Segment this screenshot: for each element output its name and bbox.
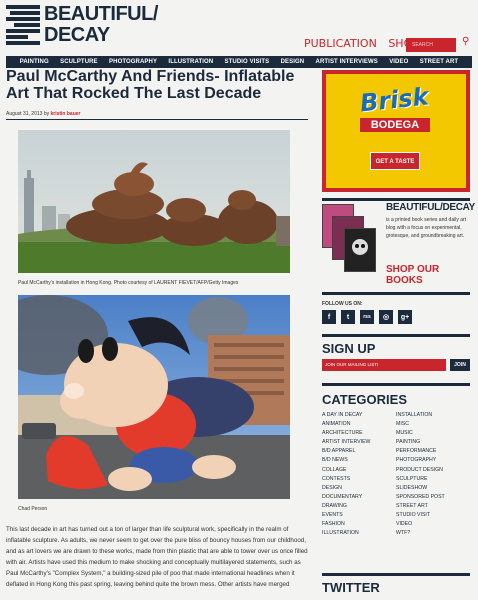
nav-item-illustration[interactable]: ILLUSTRATION [168,59,213,65]
byline-by: by [43,111,50,117]
shop-books-link[interactable]: SHOP OUR BOOKS [386,264,478,286]
book-covers-image[interactable] [322,204,382,274]
newsletter-email-input[interactable]: JOIN OUR MAILING LIST! [322,359,446,371]
main-nav: PAINTING SCULPTURE PHOTOGRAPHY ILLUSTRAT… [6,56,472,68]
category-link[interactable]: Fashion [322,520,370,529]
follow-label: FOLLOW US ON: [322,301,363,307]
category-link[interactable]: Drawing [322,502,370,511]
sidebar-divider [322,383,470,386]
category-link[interactable]: Street Art [396,502,445,511]
nav-item-artist-interviews[interactable]: ARTIST INTERVIEWS [316,59,378,65]
category-link[interactable]: Misc [396,420,445,429]
newsletter-join-button[interactable]: JOIN [450,359,470,371]
article-title[interactable]: Paul McCarthy And Friends- Inflatable Ar… [6,68,306,102]
nav-item-video[interactable]: VIDEO [389,59,408,65]
category-link[interactable]: Sculpture [396,475,445,484]
category-link[interactable]: Product Design [396,466,445,475]
books-title: BEAUTIFUL/DECAY [386,202,476,213]
category-link[interactable]: Photography [396,456,445,465]
category-link[interactable]: B/D Apparel [322,447,370,456]
nav-item-sculpture[interactable]: SCULPTURE [60,59,98,65]
author-link[interactable]: kristin bauer [50,111,80,117]
logo-mark-icon [6,5,40,47]
ad-cta-button[interactable]: GET A TASTE [370,152,420,170]
article-body: This last decade in art has turned out a… [6,526,308,588]
site-logo[interactable]: BEAUTIFUL/ DECAY [6,3,166,51]
twitter-icon[interactable]: t [341,310,355,324]
article-byline: August 31, 2013 by kristin bauer [6,111,81,117]
article-photo-hong-kong [18,130,290,273]
category-link[interactable]: Sponsored Post [396,493,445,502]
sidebar-divider [322,198,470,201]
photo-caption-1: Paul McCarthy's installation in Hong Kon… [18,280,239,286]
sidebar-divider [322,573,470,576]
google-plus-icon[interactable]: g+ [398,310,412,324]
category-link[interactable]: Video [396,520,445,529]
instagram-icon[interactable]: ◎ [379,310,393,324]
ad-brand-logo: Brisk [358,82,430,118]
signup-heading: SIGN UP [322,341,376,356]
category-link[interactable]: Collage [322,466,370,475]
category-link[interactable]: Illustration [322,529,370,538]
category-link[interactable]: Installation [396,411,445,420]
social-icons: f t rss ◎ g+ [322,310,412,324]
nav-item-design[interactable]: DESIGN [281,59,305,65]
sidebar-divider [322,334,470,337]
byline-divider [6,119,308,120]
category-link[interactable]: Contests [322,475,370,484]
category-link[interactable]: Painting [396,438,445,447]
search-icon[interactable]: ⚲ [462,36,469,47]
category-link[interactable]: A Day In Decay [322,411,370,420]
twitter-heading: TWITTER [322,580,380,595]
nav-item-painting[interactable]: PAINTING [20,59,49,65]
category-link[interactable]: Artist Interview [322,438,370,447]
nav-item-studio-visits[interactable]: STUDIO VISITS [225,59,270,65]
category-link[interactable]: Architecture [322,429,370,438]
category-link[interactable]: B/D News [322,456,370,465]
book-cover [344,228,376,272]
publication-link[interactable]: PUBLICATION [304,37,377,50]
books-description: is a printed book series and daily art b… [386,217,467,239]
logo-text: BEAUTIFUL/ DECAY [44,3,158,46]
category-link[interactable]: Slideshow [396,484,445,493]
category-link[interactable]: Events [322,511,370,520]
rss-icon[interactable]: rss [360,310,374,324]
category-link[interactable]: WTF? [396,529,445,538]
category-link[interactable]: Design [322,484,370,493]
ad-subtitle: BODEGA [360,118,430,132]
categories-list-right: Installation Misc Music Painting Perform… [396,411,445,538]
nav-item-photography[interactable]: PHOTOGRAPHY [109,59,157,65]
category-link[interactable]: Documentary [322,493,370,502]
article-photo-inflatable-dog [18,295,290,499]
facebook-icon[interactable]: f [322,310,336,324]
categories-list-left: A Day In Decay Animation Architecture Ar… [322,411,370,538]
category-link[interactable]: Music [396,429,445,438]
article-date: August 31, 2013 [6,111,43,117]
brisk-bodega-ad[interactable]: Brisk BODEGA GET A TASTE [322,70,470,192]
nav-item-street-art[interactable]: STREET ART [420,59,458,65]
sidebar-divider [322,292,470,295]
category-link[interactable]: Studio Visit [396,511,445,520]
category-link[interactable]: Performance [396,447,445,456]
categories-heading: CATEGORIES [322,392,407,407]
category-link[interactable]: Animation [322,420,370,429]
photo-caption-2: Chad Person [18,506,48,512]
search-input[interactable]: SEARCH [406,38,456,52]
